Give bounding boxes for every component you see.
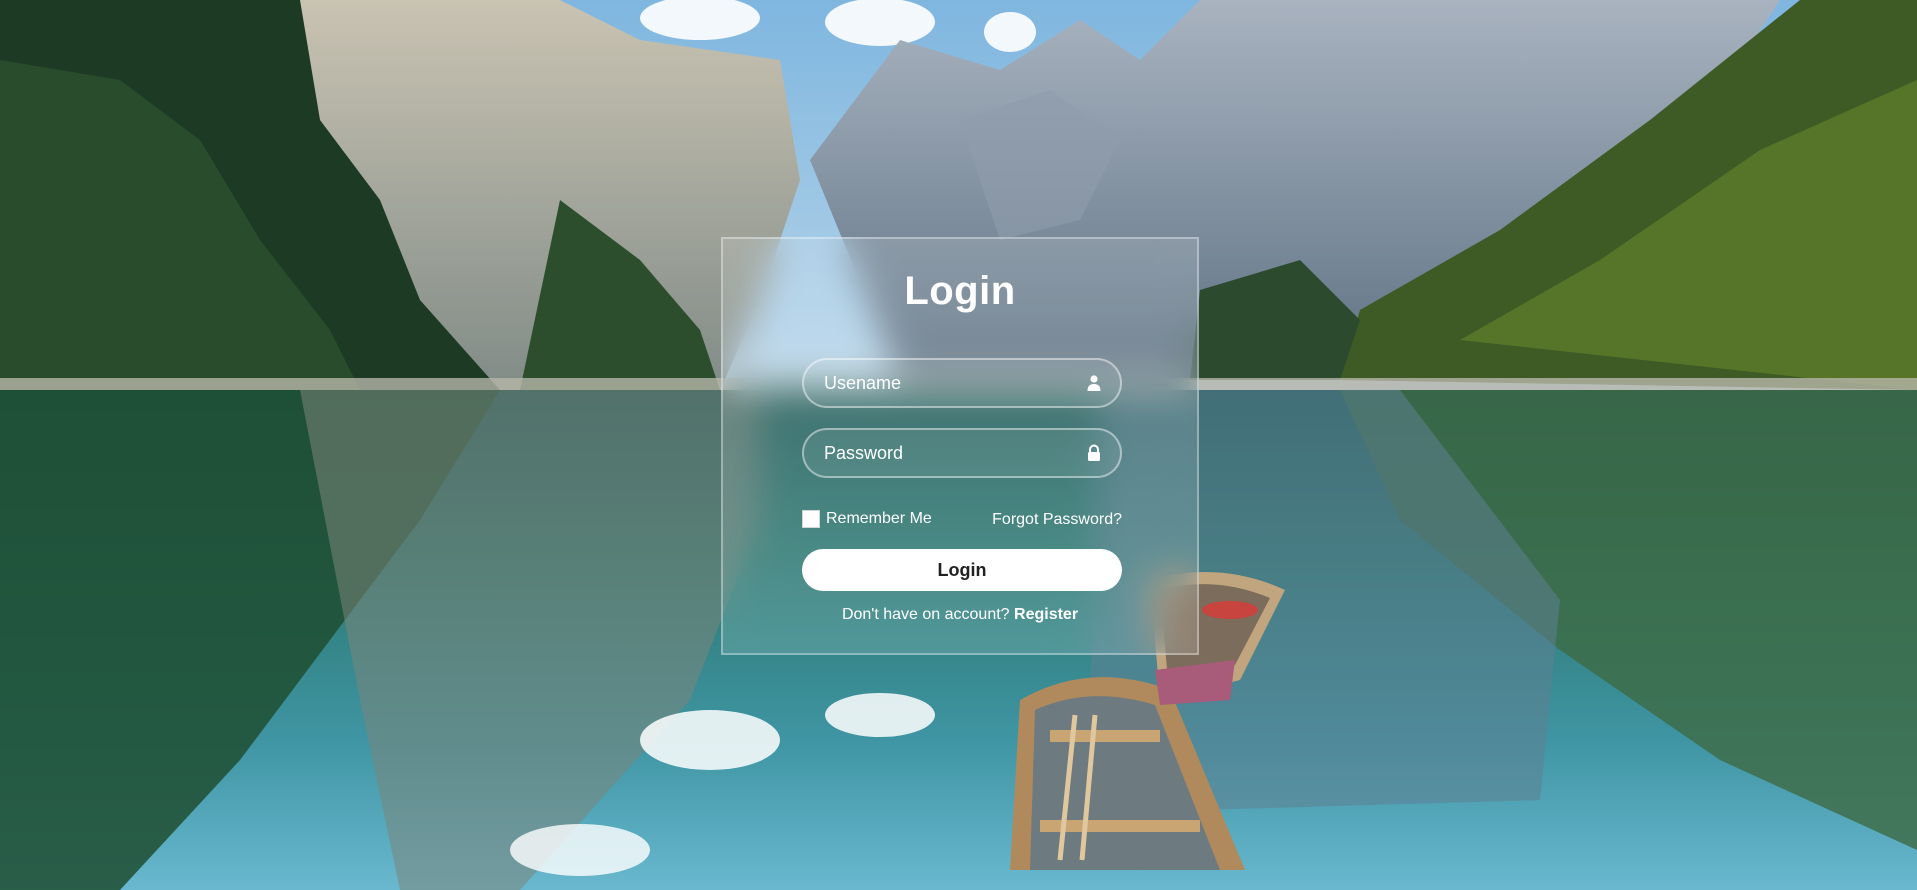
login-button[interactable]: Login bbox=[802, 549, 1122, 591]
register-row: Don't have on account? Register bbox=[723, 606, 1197, 624]
register-link[interactable]: Register bbox=[1014, 606, 1078, 623]
checkbox-box[interactable] bbox=[802, 510, 820, 528]
username-input[interactable] bbox=[804, 360, 1120, 406]
username-field[interactable] bbox=[802, 358, 1122, 408]
user-icon bbox=[1087, 375, 1101, 391]
lock-icon bbox=[1088, 444, 1100, 461]
password-field[interactable] bbox=[802, 428, 1122, 478]
login-card: Login Remember Me Forgot Password? Login… bbox=[721, 237, 1199, 655]
forgot-password-link[interactable]: Forgot Password? bbox=[992, 511, 1122, 529]
remember-me-checkbox[interactable]: Remember Me bbox=[802, 510, 932, 528]
remember-me-label: Remember Me bbox=[826, 510, 932, 527]
register-prompt: Don't have on account? bbox=[841, 606, 1015, 623]
login-title: Login bbox=[904, 269, 1016, 313]
password-input[interactable] bbox=[804, 430, 1120, 476]
remember-row: Remember Me Forgot Password? bbox=[802, 508, 1122, 532]
